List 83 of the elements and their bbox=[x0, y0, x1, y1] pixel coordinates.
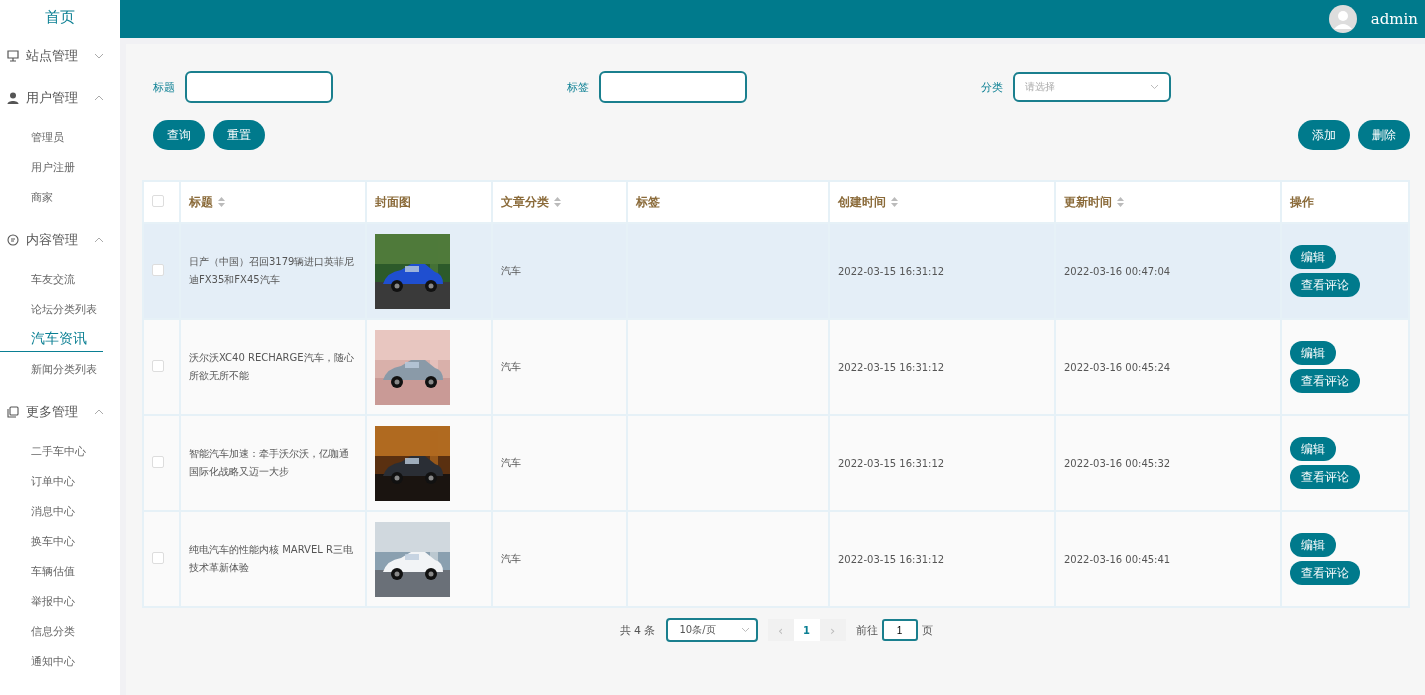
column-header: 封面图 bbox=[375, 194, 411, 209]
checkbox[interactable] bbox=[152, 456, 164, 468]
user-name[interactable]: admin bbox=[1370, 10, 1418, 28]
sort-icon[interactable] bbox=[891, 197, 898, 207]
column-header: 标签 bbox=[636, 194, 660, 209]
field-label: 标签 bbox=[567, 79, 589, 95]
menu-item[interactable]: 订单中心 bbox=[0, 467, 120, 497]
sort-icon[interactable] bbox=[1117, 197, 1124, 207]
row-action-button[interactable]: 查看评论 bbox=[1290, 561, 1360, 585]
menu-item[interactable]: 二手车中心 bbox=[0, 437, 120, 467]
menu-group[interactable]: 更多管理 bbox=[0, 397, 120, 427]
menu-item[interactable]: 通知中心 bbox=[0, 647, 120, 677]
row-action-button[interactable]: 查看评论 bbox=[1290, 273, 1360, 297]
field-label: 标题 bbox=[153, 79, 175, 95]
page-number[interactable]: 1 bbox=[793, 619, 820, 641]
table-cell: 2022-03-15 16:31:12 bbox=[838, 361, 945, 373]
menu-item[interactable]: 商家 bbox=[0, 183, 120, 213]
row-action-button[interactable]: 编辑 bbox=[1290, 341, 1336, 365]
menu-item[interactable]: 汽车资讯 bbox=[0, 325, 103, 352]
table-cell: 汽车 bbox=[501, 553, 521, 564]
page-input[interactable]: 1 bbox=[881, 619, 918, 641]
chevron-down-icon bbox=[1150, 84, 1159, 90]
monitor-icon bbox=[7, 50, 19, 62]
table-cell: 汽车 bbox=[501, 361, 521, 372]
table-cell: 2022-03-15 16:31:12 bbox=[838, 265, 945, 277]
table-cell: 2022-03-16 00:45:32 bbox=[1064, 457, 1171, 469]
menu-item[interactable]: 论坛分类列表 bbox=[0, 295, 120, 325]
menu-item[interactable]: 用户注册 bbox=[0, 153, 120, 183]
menu-group[interactable]: 内容管理 bbox=[0, 225, 120, 255]
chat-icon bbox=[7, 234, 19, 246]
table-cell: 2022-03-16 00:45:41 bbox=[1064, 553, 1171, 565]
action-button[interactable]: 删除 bbox=[1358, 120, 1410, 150]
sort-icon[interactable] bbox=[218, 197, 225, 207]
action-button[interactable]: 添加 bbox=[1298, 120, 1350, 150]
checkbox[interactable] bbox=[152, 264, 164, 276]
table-cell: 2022-03-16 00:47:04 bbox=[1064, 265, 1171, 277]
input-field[interactable] bbox=[599, 71, 747, 103]
table-cell: 2022-03-16 00:45:24 bbox=[1064, 361, 1171, 373]
menu-item[interactable]: 换车中心 bbox=[0, 527, 120, 557]
field-label: 分类 bbox=[981, 79, 1003, 95]
menu-item[interactable]: 车友交流 bbox=[0, 265, 120, 295]
table-cell: 2022-03-15 16:31:12 bbox=[838, 457, 945, 469]
table-cell: 汽车 bbox=[501, 265, 521, 276]
menu-group[interactable]: 用户管理 bbox=[0, 83, 120, 113]
user-icon bbox=[7, 92, 19, 104]
menu-item[interactable]: 新闻分类列表 bbox=[0, 355, 120, 385]
row-action-button[interactable]: 编辑 bbox=[1290, 437, 1336, 461]
checkbox[interactable] bbox=[152, 552, 164, 564]
checkbox[interactable] bbox=[152, 194, 164, 207]
row-action-button[interactable]: 编辑 bbox=[1290, 533, 1336, 557]
action-button[interactable]: 重置 bbox=[213, 120, 265, 150]
menu-item[interactable]: 管理员 bbox=[0, 123, 120, 153]
action-button[interactable]: 查询 bbox=[153, 120, 205, 150]
checkbox[interactable] bbox=[152, 360, 164, 372]
table-cell-text: 纯电汽车的性能内核 MARVEL R三电技术革新体验 bbox=[189, 543, 354, 575]
table-cell-text: 智能汽车加速：牵手沃尔沃，亿咖通国际化战略又迈一大步 bbox=[189, 447, 350, 479]
table-cell-text: 沃尔沃XC40 RECHARGE汽车，随心所欲无所不能 bbox=[189, 351, 355, 383]
goto-label: 前往 bbox=[855, 622, 878, 638]
page-size-select[interactable]: 10条/页 bbox=[665, 618, 758, 642]
table-cell: 2022-03-15 16:31:12 bbox=[838, 553, 945, 565]
column-header[interactable]: 文章分类 bbox=[501, 194, 549, 209]
menu-item[interactable]: 信息分类 bbox=[0, 617, 120, 647]
column-header[interactable]: 创建时间 bbox=[838, 194, 886, 209]
row-action-button[interactable]: 查看评论 bbox=[1290, 369, 1360, 393]
input-field[interactable] bbox=[185, 71, 333, 103]
row-action-button[interactable]: 查看评论 bbox=[1290, 465, 1360, 489]
copy-icon bbox=[7, 406, 19, 418]
sort-icon[interactable] bbox=[554, 197, 561, 207]
column-header[interactable]: 标题 bbox=[189, 194, 213, 209]
home-link[interactable]: 首页 bbox=[0, 0, 120, 41]
menu-group[interactable]: 站点管理 bbox=[0, 41, 120, 71]
menu-item[interactable]: 举报中心 bbox=[0, 587, 120, 617]
total-count: 共 4 条 bbox=[619, 622, 656, 638]
table-cell: 汽车 bbox=[501, 457, 521, 468]
avatar-icon[interactable] bbox=[1328, 5, 1357, 33]
menu-item[interactable]: 消息中心 bbox=[0, 497, 120, 527]
chevron-down-icon bbox=[740, 627, 750, 633]
column-header: 操作 bbox=[1290, 194, 1314, 209]
page-suffix: 页 bbox=[921, 622, 933, 638]
table-cell-text: 日产（中国）召回3179辆进口英菲尼迪FX35和FX45汽车 bbox=[189, 255, 356, 287]
column-header[interactable]: 更新时间 bbox=[1064, 194, 1112, 209]
row-action-button[interactable]: 编辑 bbox=[1290, 245, 1336, 269]
menu-item[interactable]: 车辆估值 bbox=[0, 557, 120, 587]
